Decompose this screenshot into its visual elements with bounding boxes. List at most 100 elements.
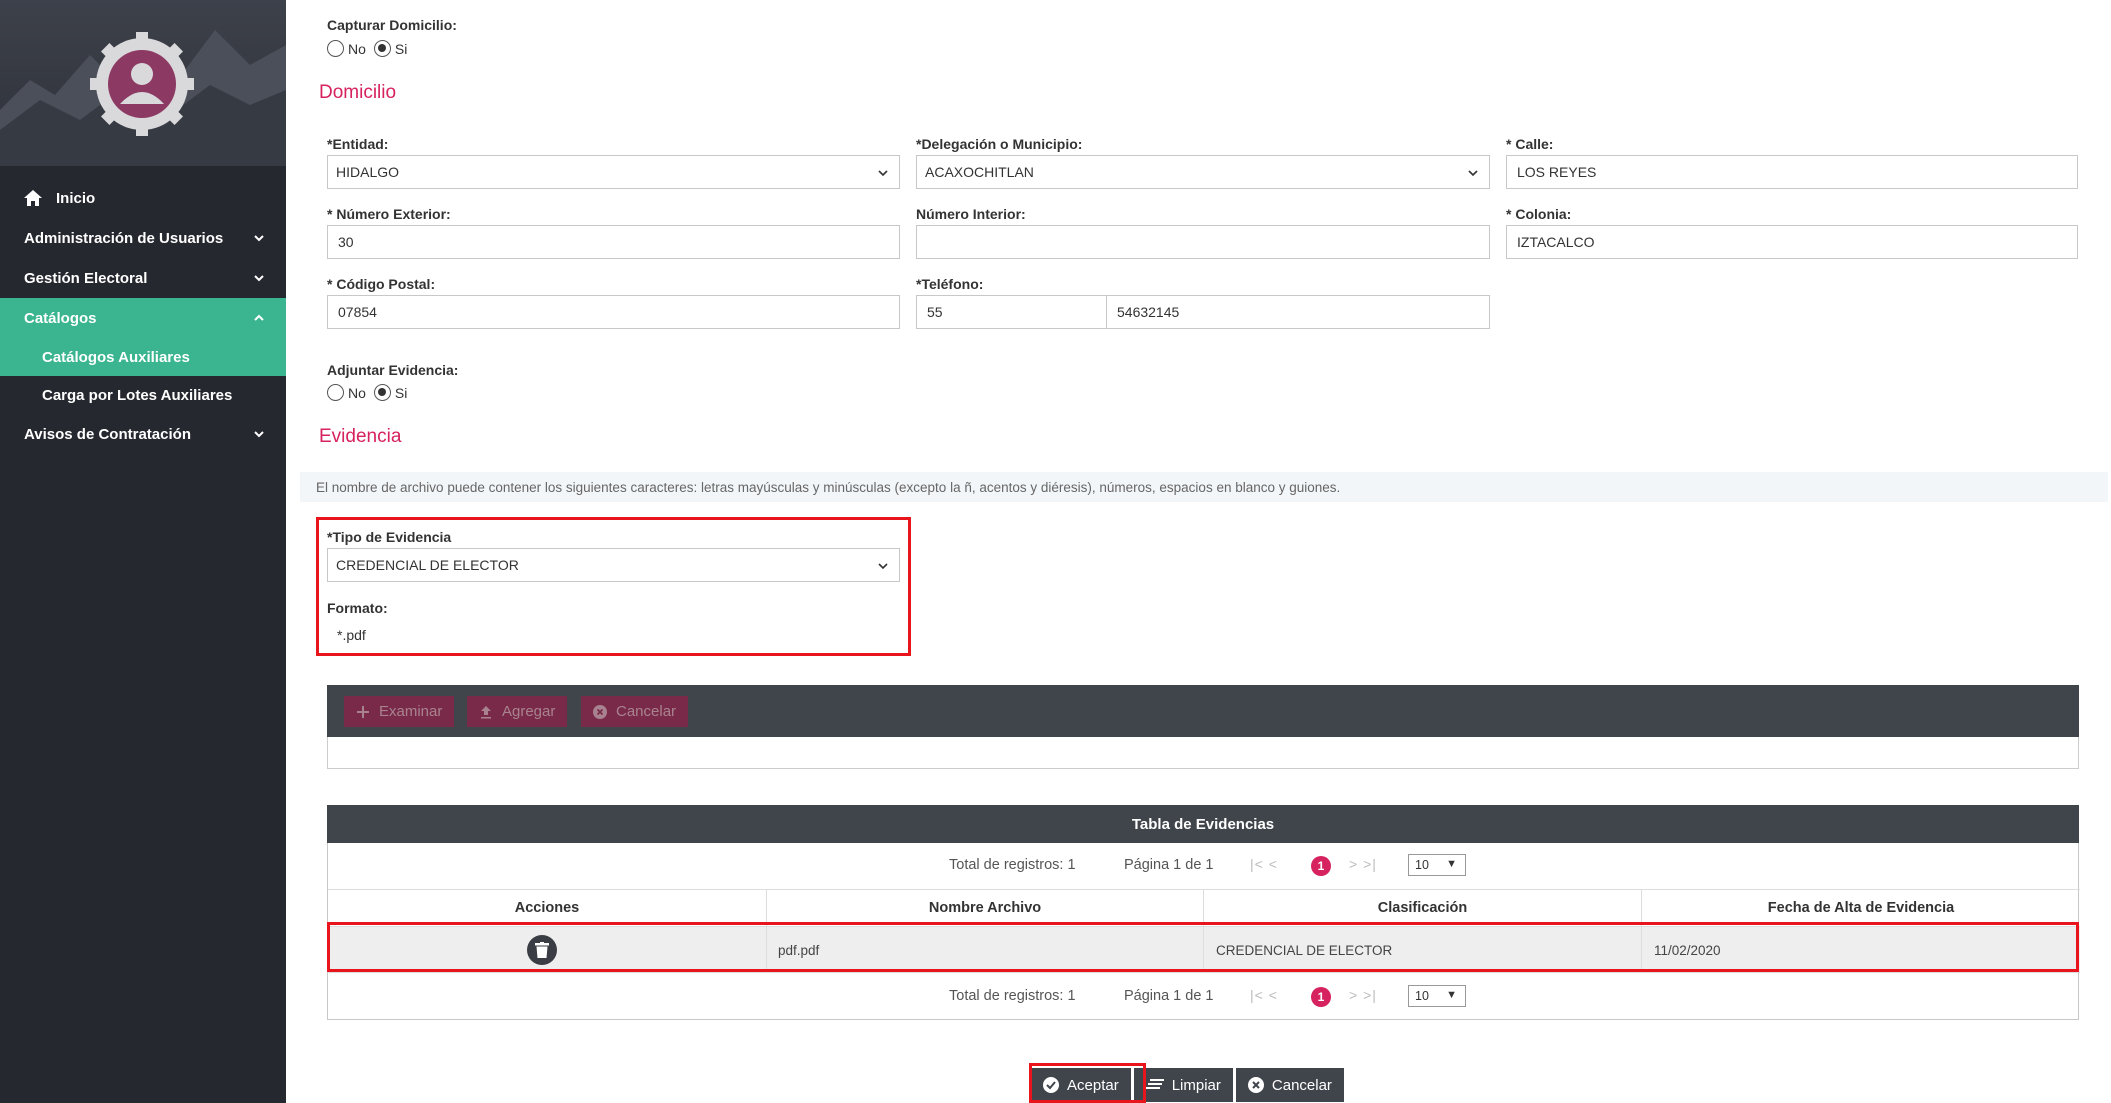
cancelar-button[interactable]: Cancelar xyxy=(1235,1068,1344,1102)
home-icon xyxy=(24,190,42,206)
delegacion-value: ACAXOCHITLAN xyxy=(925,164,1034,180)
sidebar-item-label: Avisos de Contratación xyxy=(24,425,191,443)
chevron-up-icon xyxy=(254,314,264,321)
entidad-label: *Entidad: xyxy=(327,136,389,152)
close-circle-icon xyxy=(1247,1077,1264,1093)
telefono-numero-input[interactable]: 54632145 xyxy=(1106,295,1490,329)
telefono-label: *Teléfono: xyxy=(916,276,984,292)
pager-top: Total de registros: 1 Página 1 de 1 |< <… xyxy=(328,843,2080,887)
upload-file-area[interactable] xyxy=(327,737,2079,769)
sidebar-item-avisos-contratacion[interactable]: Avisos de Contratación xyxy=(0,414,286,454)
chevron-down-icon xyxy=(878,170,888,177)
sidebar-subitem-label: Carga por Lotes Auxiliares xyxy=(42,386,233,404)
eraser-icon xyxy=(1145,1079,1164,1089)
pagina-info: Página 1 de 1 xyxy=(1124,988,1214,1004)
info-message: El nombre de archivo puede contener los … xyxy=(300,472,2108,502)
user-gear-logo-icon xyxy=(90,32,194,136)
cancelar-upload-button[interactable]: Cancelar xyxy=(581,696,689,727)
tipo-evidencia-select[interactable]: CREDENCIAL DE ELECTOR xyxy=(327,548,900,582)
tipo-evidencia-value: CREDENCIAL DE ELECTOR xyxy=(336,557,519,573)
page-size-select[interactable]: 10 ▼ xyxy=(1408,985,1466,1007)
sidebar-item-label: Catálogos xyxy=(24,309,97,327)
tipo-evidencia-label: *Tipo de Evidencia xyxy=(327,529,452,545)
colonia-label: * Colonia: xyxy=(1506,206,1572,222)
chevron-down-icon xyxy=(254,275,264,282)
domicilio-section-title: Domicilio xyxy=(319,82,397,103)
sidebar-item-catalogos[interactable]: Catálogos xyxy=(0,298,286,338)
sidebar-item-gestion-electoral[interactable]: Gestión Electoral xyxy=(0,258,286,298)
aceptar-highlight-box xyxy=(1029,1063,1146,1103)
chevron-down-icon xyxy=(254,235,264,242)
cancelar-upload-label: Cancelar xyxy=(616,703,677,720)
total-registros: Total de registros: 1 xyxy=(949,988,1076,1004)
chevron-down-icon xyxy=(254,431,264,438)
chevron-down-icon xyxy=(1468,170,1478,177)
first-prev-page-icon[interactable]: |< < xyxy=(1250,987,1278,1003)
radio-si-label: Si xyxy=(394,40,408,57)
formato-label: Formato: xyxy=(327,600,388,616)
sidebar-nav: Inicio Administración de Usuarios Gestió… xyxy=(0,178,286,454)
radio-si[interactable] xyxy=(373,40,391,57)
sidebar-subitem-label: Catálogos Auxiliares xyxy=(42,348,190,366)
numero-exterior-input[interactable]: 30 xyxy=(327,225,900,259)
radio-no-label: No xyxy=(348,384,366,401)
codigo-postal-input[interactable]: 07854 xyxy=(327,295,900,329)
page-size-value: 10 xyxy=(1415,989,1429,1003)
agregar-label: Agregar xyxy=(502,703,556,720)
examinar-label: Examinar xyxy=(379,703,443,720)
close-circle-icon xyxy=(593,704,607,719)
formato-value: *.pdf xyxy=(337,627,366,643)
adjuntar-evidencia-radio-group: No Si xyxy=(327,384,415,401)
calle-label: * Calle: xyxy=(1506,136,1554,152)
total-registros: Total de registros: 1 xyxy=(949,857,1076,873)
table-title: Tabla de Evidencias xyxy=(327,805,2079,843)
sidebar-subitem-catalogos-auxiliares[interactable]: Catálogos Auxiliares xyxy=(0,338,286,376)
sidebar: Inicio Administración de Usuarios Gestió… xyxy=(0,0,286,1103)
calle-input[interactable]: LOS REYES xyxy=(1506,155,2078,189)
sidebar-item-label: Gestión Electoral xyxy=(24,269,148,287)
radio-no-label: No xyxy=(348,40,366,57)
examinar-button[interactable]: Examinar xyxy=(344,696,455,727)
radio-no[interactable] xyxy=(327,40,344,57)
radio-no[interactable] xyxy=(327,384,344,401)
row-highlight-box xyxy=(327,922,2079,972)
limpiar-label: Limpiar xyxy=(1171,1076,1221,1094)
entidad-value: HIDALGO xyxy=(336,164,400,180)
capturar-domicilio-label: Capturar Domicilio: xyxy=(327,17,457,33)
pagina-info: Página 1 de 1 xyxy=(1124,857,1214,873)
delegacion-select[interactable]: ACAXOCHITLAN xyxy=(916,155,1490,189)
page-size-select[interactable]: 10 ▼ xyxy=(1408,854,1466,876)
page-1-button[interactable]: 1 xyxy=(1311,856,1331,876)
evidencia-section-title: Evidencia xyxy=(319,426,402,447)
caret-down-icon: ▼ xyxy=(1446,858,1457,870)
colonia-input[interactable]: IZTACALCO xyxy=(1506,225,2078,259)
page-size-value: 10 xyxy=(1415,858,1429,872)
plus-icon xyxy=(357,705,369,718)
next-last-page-icon[interactable]: > >| xyxy=(1349,987,1377,1003)
radio-si-label: Si xyxy=(394,384,408,401)
page-1-button[interactable]: 1 xyxy=(1311,987,1331,1007)
sidebar-item-label: Inicio xyxy=(56,189,96,207)
sidebar-subitem-carga-lotes[interactable]: Carga por Lotes Auxiliares xyxy=(0,376,286,414)
agregar-button[interactable]: Agregar xyxy=(467,696,568,727)
cancelar-label: Cancelar xyxy=(1271,1076,1332,1094)
sidebar-item-inicio[interactable]: Inicio xyxy=(0,178,286,218)
pager-bottom: Total de registros: 1 Página 1 de 1 |< <… xyxy=(328,974,2080,1018)
sidebar-header xyxy=(0,0,286,166)
radio-si[interactable] xyxy=(373,384,391,401)
entidad-select[interactable]: HIDALGO xyxy=(327,155,900,189)
upload-icon xyxy=(481,705,491,718)
sidebar-item-label: Administración de Usuarios xyxy=(24,229,224,247)
numero-interior-input[interactable] xyxy=(916,225,1490,259)
caret-down-icon: ▼ xyxy=(1446,989,1457,1001)
codigo-postal-label: * Código Postal: xyxy=(327,276,436,292)
numero-interior-label: Número Interior: xyxy=(916,206,1026,222)
telefono-lada-input[interactable]: 55 xyxy=(916,295,1107,329)
limpiar-button[interactable]: Limpiar xyxy=(1133,1068,1233,1102)
numero-exterior-label: * Número Exterior: xyxy=(327,206,451,222)
capturar-domicilio-radio-group: No Si xyxy=(327,40,415,57)
adjuntar-evidencia-label: Adjuntar Evidencia: xyxy=(327,362,459,378)
next-last-page-icon[interactable]: > >| xyxy=(1349,856,1377,872)
sidebar-item-administracion-usuarios[interactable]: Administración de Usuarios xyxy=(0,218,286,258)
first-prev-page-icon[interactable]: |< < xyxy=(1250,856,1278,872)
